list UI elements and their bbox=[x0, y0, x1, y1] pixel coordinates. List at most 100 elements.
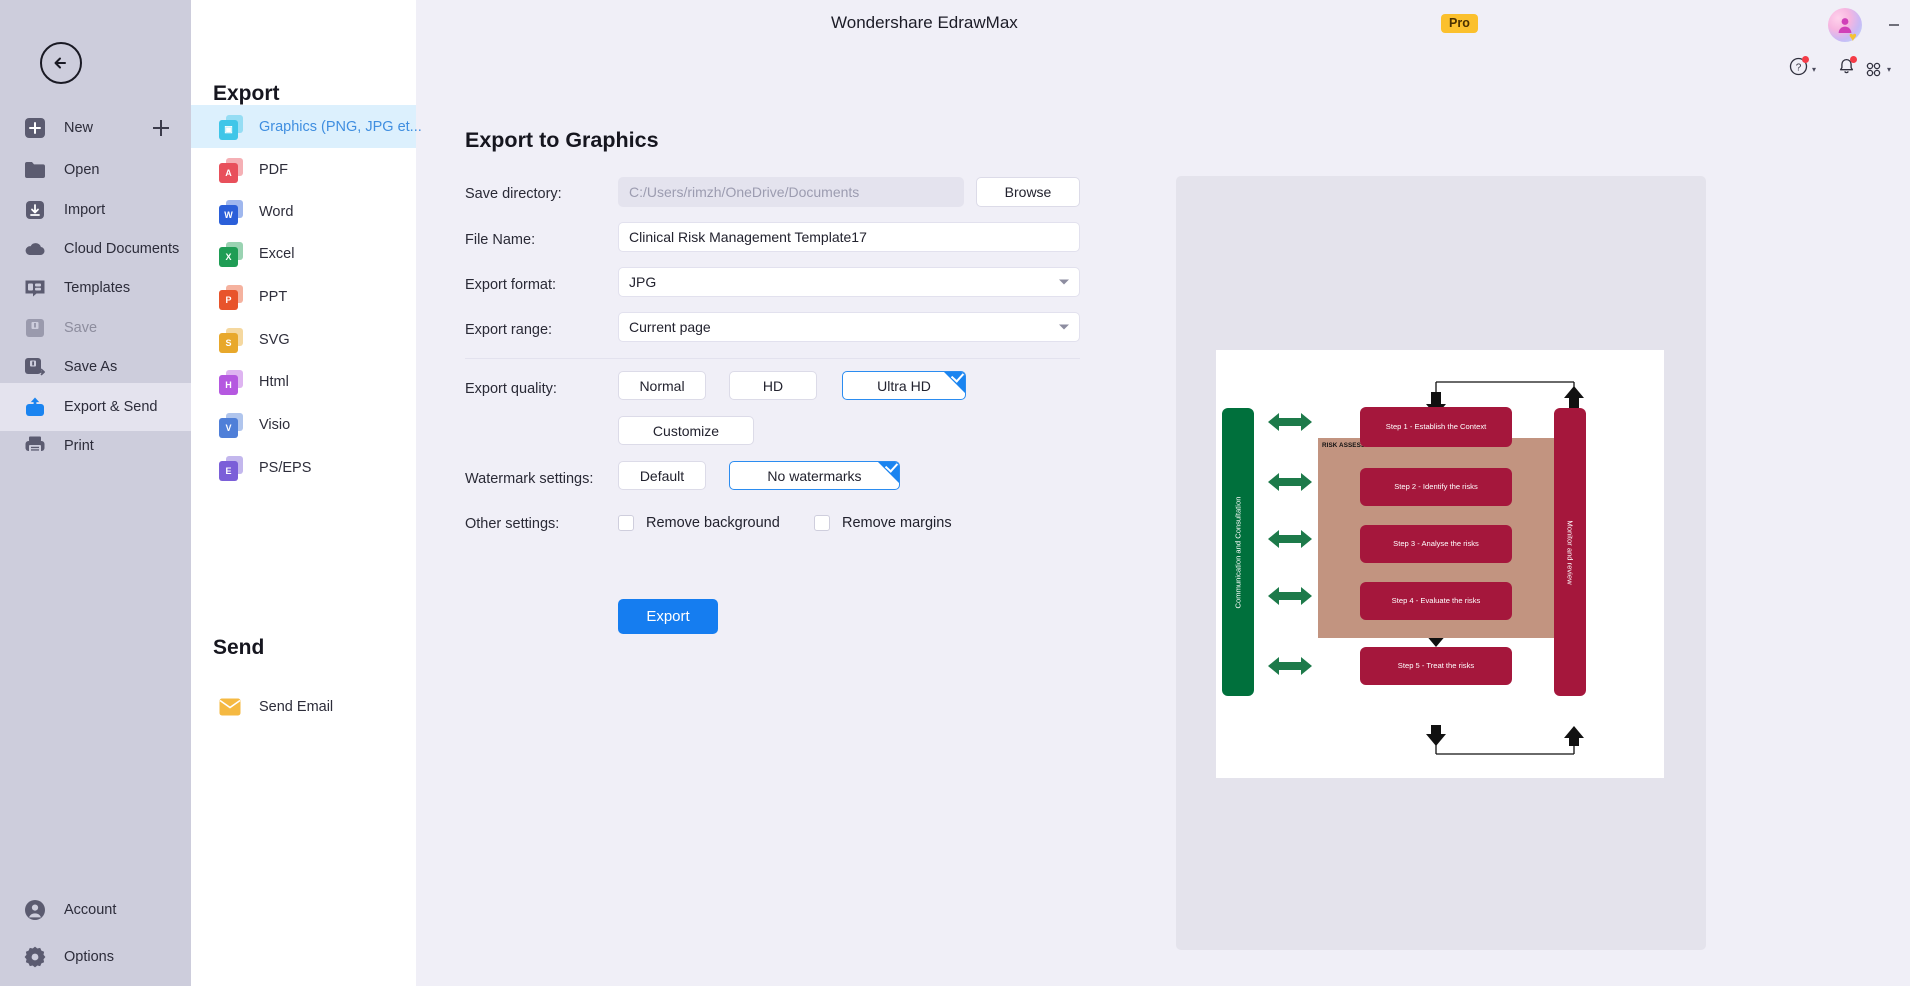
quality-customize-button[interactable]: Customize bbox=[618, 416, 754, 445]
quality-option-ultra-hd[interactable]: Ultra HD bbox=[842, 371, 966, 400]
sidebar-item-options[interactable]: Options bbox=[0, 933, 191, 981]
cloud-icon bbox=[22, 236, 48, 262]
format-item-excel[interactable]: X Excel bbox=[191, 232, 416, 275]
export-format-panel: Export ▣ Graphics (PNG, JPG et... A PDF … bbox=[191, 0, 422, 986]
format-item-svg[interactable]: S SVG bbox=[191, 318, 416, 361]
sidebar-item-label: Import bbox=[64, 202, 106, 218]
user-avatar-icon[interactable]: ♥ bbox=[1828, 8, 1862, 44]
help-notification-dot bbox=[1802, 56, 1809, 63]
diagram-preview-page[interactable]: RISK ASSESSMENT Communication and Consul… bbox=[1216, 350, 1664, 778]
edrawmax-export-screen: New Open Import Cloud Documents Template… bbox=[0, 0, 1910, 986]
svg-text:?: ? bbox=[1796, 62, 1802, 73]
format-item-label: Word bbox=[259, 203, 294, 220]
notifications-bell-icon[interactable] bbox=[1837, 56, 1857, 82]
bell-notification-dot bbox=[1850, 56, 1857, 63]
send-item-label: Send Email bbox=[259, 698, 334, 715]
plus-icon[interactable] bbox=[153, 120, 169, 136]
export-button[interactable]: Export bbox=[618, 599, 718, 634]
double-arrow-icon bbox=[1268, 587, 1312, 605]
remove-margins-label: Remove margins bbox=[842, 515, 952, 531]
format-item-visio[interactable]: V Visio bbox=[191, 403, 416, 446]
quality-option-label: Ultra HD bbox=[877, 377, 931, 394]
diagram-step-3: Step 3 - Analyse the risks bbox=[1360, 525, 1512, 563]
chevron-down-icon[interactable] bbox=[1059, 279, 1069, 285]
quality-option-normal[interactable]: Normal bbox=[618, 371, 706, 400]
format-item-pdf[interactable]: A PDF bbox=[191, 148, 416, 191]
save-directory-input[interactable]: C:/Users/rimzh/OneDrive/Documents bbox=[618, 177, 964, 207]
selected-check-icon bbox=[943, 372, 965, 394]
chevron-down-icon[interactable]: ▾ bbox=[1887, 65, 1891, 74]
send-panel-heading: Send bbox=[213, 636, 265, 659]
band-label: Monitor and review bbox=[1565, 519, 1575, 585]
sidebar-item-new[interactable]: New bbox=[0, 104, 191, 152]
section-divider bbox=[465, 358, 1080, 359]
format-item-graphics[interactable]: ▣ Graphics (PNG, JPG et... bbox=[191, 105, 422, 148]
pro-badge: Pro bbox=[1441, 14, 1478, 33]
sidebar-item-label: Account bbox=[64, 902, 117, 918]
chevron-down-icon[interactable]: ▾ bbox=[1812, 65, 1816, 74]
format-item-label: SVG bbox=[259, 331, 290, 348]
account-user-icon bbox=[22, 897, 48, 923]
sidebar-item-account[interactable]: Account bbox=[0, 886, 191, 934]
remove-margins-checkbox[interactable] bbox=[814, 515, 830, 531]
export-range-label: Export range: bbox=[465, 322, 553, 338]
excel-file-icon: X bbox=[219, 241, 243, 267]
format-item-ppt[interactable]: P PPT bbox=[191, 275, 416, 318]
format-item-label: PDF bbox=[259, 161, 288, 178]
crown-icon: ♥ bbox=[1849, 29, 1857, 44]
app-title: Wondershare EdrawMax bbox=[831, 13, 1018, 32]
format-item-word[interactable]: W Word bbox=[191, 190, 416, 233]
save-disk-icon bbox=[22, 315, 48, 341]
double-arrow-icon bbox=[1268, 473, 1312, 491]
file-name-input[interactable]: Clinical Risk Management Template17 bbox=[618, 222, 1080, 252]
import-download-icon bbox=[22, 197, 48, 223]
sidebar-item-label: Options bbox=[64, 949, 114, 965]
export-range-value: Current page bbox=[629, 319, 711, 335]
minimize-icon[interactable] bbox=[1877, 10, 1910, 40]
apps-grid-icon[interactable]: ▾ bbox=[1864, 56, 1891, 82]
help-icon[interactable]: ? ▾ bbox=[1789, 56, 1816, 82]
format-item-label: Html bbox=[259, 373, 289, 390]
monitor-and-review-band: Monitor and review bbox=[1554, 408, 1586, 696]
save-as-icon bbox=[22, 354, 48, 380]
browse-button[interactable]: Browse bbox=[976, 177, 1080, 207]
chevron-down-icon[interactable] bbox=[1059, 324, 1069, 330]
pdf-file-icon: A bbox=[219, 157, 243, 183]
format-item-label: PS/EPS bbox=[259, 459, 312, 476]
format-item-label: Graphics (PNG, JPG et... bbox=[259, 118, 422, 135]
clinical-risk-management-diagram: RISK ASSESSMENT Communication and Consul… bbox=[1216, 350, 1664, 778]
ppt-file-icon: P bbox=[219, 284, 243, 310]
diagram-step-5: Step 5 - Treat the risks bbox=[1360, 647, 1512, 685]
other-settings-label: Other settings: bbox=[465, 516, 560, 532]
double-arrow-icon bbox=[1268, 657, 1312, 675]
selected-check-icon bbox=[877, 462, 899, 484]
watermark-option-default[interactable]: Default bbox=[618, 461, 706, 490]
export-format-select[interactable]: JPG bbox=[618, 267, 1080, 297]
sidebar-item-label: Save As bbox=[64, 359, 118, 375]
format-item-label: Excel bbox=[259, 245, 295, 262]
export-format-label: Export format: bbox=[465, 277, 557, 293]
diagram-step-1: Step 1 - Establish the Context bbox=[1360, 407, 1512, 447]
export-range-select[interactable]: Current page bbox=[618, 312, 1080, 342]
watermark-option-label: No watermarks bbox=[767, 467, 862, 484]
watermark-option-no-watermarks[interactable]: No watermarks bbox=[729, 461, 900, 490]
sidebar-item-label: Save bbox=[64, 320, 98, 336]
page-title: Export to Graphics bbox=[465, 128, 659, 152]
image-file-icon: ▣ bbox=[219, 114, 243, 140]
quality-option-hd[interactable]: HD bbox=[729, 371, 817, 400]
remove-background-checkbox[interactable] bbox=[618, 515, 634, 531]
format-item-html[interactable]: H Html bbox=[191, 360, 416, 403]
communication-and-consultation-band: Communication and Consultation bbox=[1222, 408, 1254, 696]
format-item-ps-eps[interactable]: E PS/EPS bbox=[191, 446, 416, 489]
sidebar-item-print[interactable]: Print bbox=[0, 422, 191, 470]
save-directory-label: Save directory: bbox=[465, 186, 562, 202]
sidebar-item-label: Export & Send bbox=[64, 399, 158, 415]
send-item-email[interactable]: Send Email bbox=[191, 685, 416, 728]
new-document-icon bbox=[22, 115, 48, 141]
printer-icon bbox=[22, 433, 48, 459]
sidebar-item-label: New bbox=[64, 120, 94, 136]
email-envelope-icon bbox=[219, 694, 243, 720]
back-arrow-icon[interactable] bbox=[40, 42, 82, 84]
folder-open-icon bbox=[22, 157, 48, 183]
export-share-icon bbox=[22, 394, 48, 420]
